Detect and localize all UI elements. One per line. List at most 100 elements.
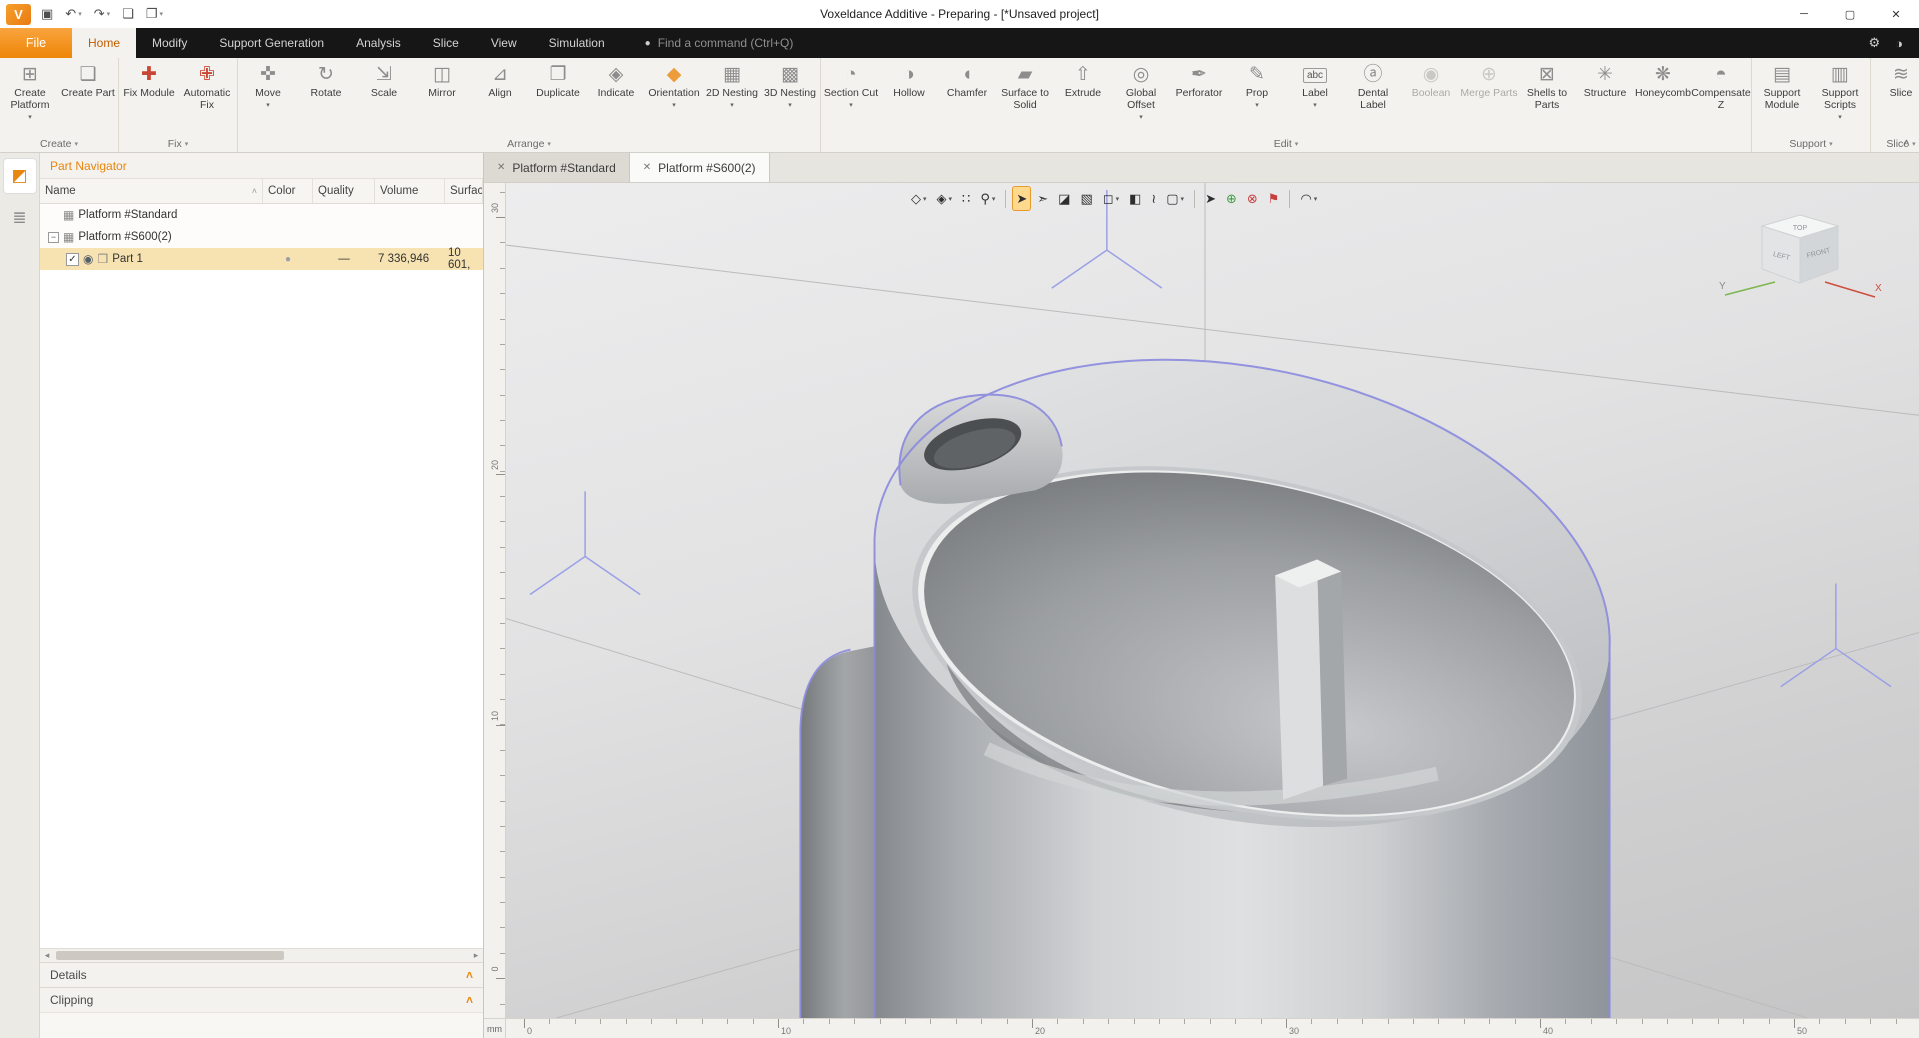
pick-add-button[interactable]: ⊕ [1222,186,1241,211]
ribbon-support-scripts-button[interactable]: ▥Support Scripts▾ [1811,59,1869,135]
ribbon-group-label-edit[interactable]: Edit▾ [822,135,1750,152]
ribbon-section-cut-button[interactable]: ◔Section Cut▾ [822,59,880,135]
settings-gear-icon[interactable]: ⚙ [1868,35,1880,51]
dock-layers-button[interactable]: ≣ [4,201,36,235]
ribbon-structure-button[interactable]: ✳Structure [1576,59,1634,135]
viewport-split-button[interactable]: ∷ [958,186,974,211]
view-orientation-button[interactable]: ◇▾ [907,186,931,211]
select-volume-button[interactable]: ◧ [1125,186,1145,211]
ribbon-orientation-button[interactable]: ◆Orientation▾ [645,59,703,135]
pick-point-button[interactable]: ➤ [1201,186,1220,211]
ribbon-mirror-button[interactable]: ◫Mirror [413,59,471,135]
ribbon-duplicate-button[interactable]: ❐Duplicate [529,59,587,135]
ribbon-support-module-button[interactable]: ▤Support Module [1753,59,1811,135]
scene-canvas[interactable]: ◇▾◈▾∷⚲▾➤➣◪▧◻▾◧≀▢▾➤⊕⊗⚑◠▾ TOP LEFT FRONT Y [506,183,1919,1018]
column-header-color[interactable]: Color [263,179,313,203]
select-surface-button[interactable]: ◪ [1054,186,1074,211]
open-project-button[interactable]: ❐▾ [141,4,168,24]
ribbon-create-part-button[interactable]: ❑Create Part [59,59,117,135]
display-mode-button[interactable]: ◈▾ [933,186,957,211]
ribbon-group-label-support[interactable]: Support▾ [1753,135,1869,152]
select-parts-button[interactable]: ➣ [1033,186,1052,211]
light-button[interactable]: ◠▾ [1296,186,1321,211]
ribbon-prop-button[interactable]: ✎Prop▾ [1228,59,1286,135]
ribbon-align-button[interactable]: ⊿Align [471,59,529,135]
viewport-tab-platform-s600-2[interactable]: ✕Platform #S600(2) [630,153,770,182]
mark-flag-button[interactable]: ⚑ [1264,186,1284,211]
menu-tab-support-generation[interactable]: Support Generation [203,28,340,58]
ribbon-fix-module-button[interactable]: ✚Fix Module [120,59,178,135]
menu-tab-view[interactable]: View [475,28,533,58]
ribbon-compensate-z-button[interactable]: ◓Compensate Z [1692,59,1750,135]
select-filter-button[interactable]: ▢▾ [1162,186,1188,211]
column-header-name[interactable]: Name˄ [40,179,263,203]
dock-part-navigator-button[interactable]: ◩ [4,159,36,193]
column-header-quality[interactable]: Quality [313,179,375,203]
redo-button[interactable]: ↷▾ [89,4,115,24]
viewport-tab-platform-standard[interactable]: ✕Platform #Standard [484,153,630,182]
command-search[interactable]: ● [645,28,868,58]
section-clipping[interactable]: Clipping˄ [40,987,483,1012]
ribbon-2d-nesting-button[interactable]: ▦2D Nesting▾ [703,59,761,135]
command-search-input[interactable] [658,36,868,50]
ribbon-group-label-slice[interactable]: Slice▾ [1872,135,1919,152]
menu-tab-analysis[interactable]: Analysis [340,28,417,58]
save-button[interactable]: ▣ [36,4,58,24]
ribbon-perforator-button[interactable]: ✒Perforator [1170,59,1228,135]
file-menu-button[interactable]: File [0,28,72,58]
close-tab-icon[interactable]: ✕ [643,162,651,173]
maximize-button[interactable]: ▢ [1827,0,1873,28]
collapse-expander-box[interactable]: − [48,232,59,243]
ribbon-group-label-create[interactable]: Create▾ [1,135,117,152]
scroll-right-icon[interactable]: ▸ [469,950,483,961]
scroll-track[interactable] [54,949,469,962]
ribbon-indicate-button[interactable]: ◈Indicate [587,59,645,135]
ribbon-dental-label-button[interactable]: ⓐDental Label [1344,59,1402,135]
new-document-button[interactable]: ❏ [117,4,139,24]
tree-item-platform[interactable]: −▦Platform #S600(2) [40,226,483,248]
horizontal-scrollbar[interactable]: ◂▸ [40,948,483,962]
select-rectangle-button[interactable]: ◻▾ [1099,186,1123,211]
zoom-button[interactable]: ⚲▾ [976,186,999,211]
ribbon-3d-nesting-button[interactable]: ▩3D Nesting▾ [761,59,819,135]
ribbon-automatic-fix-button[interactable]: ✙Automatic Fix [178,59,236,135]
scroll-thumb[interactable] [56,951,284,960]
ribbon-slice-button[interactable]: ≋Slice [1872,59,1919,135]
ribbon-create-platform-button[interactable]: ⊞Create Platform▾ [1,59,59,135]
select-brush-button[interactable]: ≀ [1147,186,1160,211]
visibility-eye-icon[interactable]: ◉ [83,252,93,266]
ribbon-surface-to-solid-button[interactable]: ▰Surface to Solid [996,59,1054,135]
navigation-cube[interactable]: TOP LEFT FRONT Y X [1715,209,1885,334]
ribbon-extrude-button[interactable]: ⇧Extrude [1054,59,1112,135]
ribbon-hollow-button[interactable]: ◑Hollow [880,59,938,135]
scroll-left-icon[interactable]: ◂ [40,950,54,961]
menu-tab-home[interactable]: Home [72,28,136,58]
ribbon-group-label-arrange[interactable]: Arrange▾ [239,135,819,152]
tree-item-platform[interactable]: ▦Platform #Standard [40,204,483,226]
column-header-surface[interactable]: Surface [445,179,483,203]
theme-icon[interactable]: ◑ [1895,36,1903,51]
select-window-button[interactable]: ▧ [1076,186,1096,211]
pick-remove-button[interactable]: ⊗ [1243,186,1262,211]
section-details[interactable]: Details˄ [40,962,483,987]
tree-item-part[interactable]: ✓◉❒Part 1●—7 336,94610 601, [40,248,483,270]
undo-button[interactable]: ↶▾ [60,4,86,24]
menu-tab-slice[interactable]: Slice [417,28,475,58]
ribbon-chamfer-button[interactable]: ◖Chamfer [938,59,996,135]
column-header-volume[interactable]: Volume [375,179,445,203]
ribbon-honeycomb-button[interactable]: ❋Honeycomb [1634,59,1692,135]
ribbon-rotate-button[interactable]: ↻Rotate [297,59,355,135]
menu-tab-modify[interactable]: Modify [136,28,203,58]
part-checkbox[interactable]: ✓ [66,253,79,266]
minimize-button[interactable]: ─ [1781,0,1827,28]
collapse-ribbon-icon[interactable]: ˄ [1903,136,1910,150]
ribbon-shells-to-parts-button[interactable]: ⊠Shells to Parts [1518,59,1576,135]
ribbon-label-button[interactable]: abcLabel▾ [1286,59,1344,135]
close-button[interactable]: ✕ [1873,0,1919,28]
ribbon-move-button[interactable]: ✜Move▾ [239,59,297,135]
menu-tab-simulation[interactable]: Simulation [533,28,621,58]
select-arrow-button[interactable]: ➤ [1012,186,1031,211]
close-tab-icon[interactable]: ✕ [497,162,505,173]
ribbon-group-label-fix[interactable]: Fix▾ [120,135,236,152]
ribbon-scale-button[interactable]: ⇲Scale [355,59,413,135]
